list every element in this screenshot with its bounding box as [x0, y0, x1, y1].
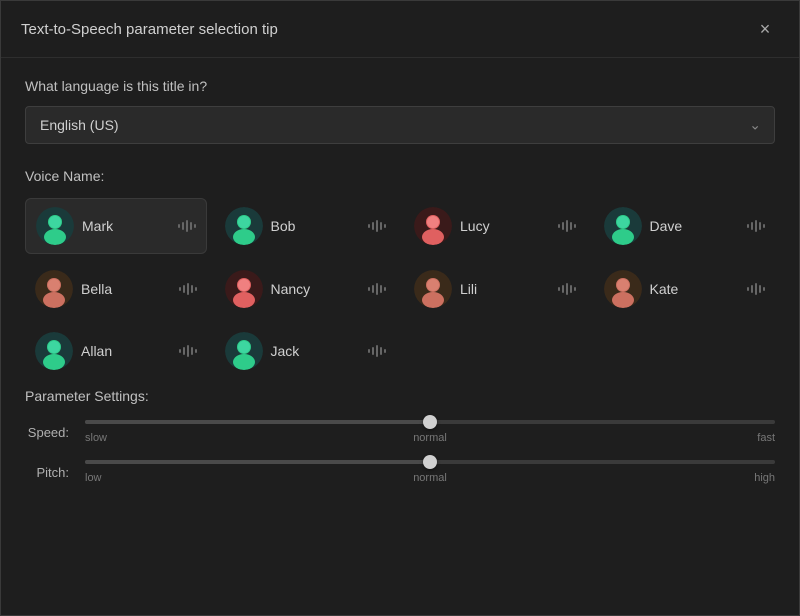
voice-name-label: Voice Name:: [25, 168, 775, 184]
avatar-lucy: [414, 207, 452, 245]
pitch-max-label: high: [754, 472, 775, 484]
pitch-mid-label: normal: [413, 472, 447, 484]
wave-icon-bella: [179, 282, 197, 296]
pitch-slider[interactable]: [85, 460, 775, 464]
wave-icon-nancy: [368, 282, 386, 296]
speed-labels: slow normal fast: [85, 432, 775, 444]
wave-icon-kate: [747, 282, 765, 296]
wave-icon-bob: [368, 219, 386, 233]
avatar-lili: [414, 270, 452, 308]
pitch-min-label: low: [85, 472, 102, 484]
speed-slider-container: slow normal fast: [85, 420, 775, 444]
dialog-title: Text-to-Speech parameter selection tip: [21, 21, 278, 38]
pitch-slider-container: low normal high: [85, 460, 775, 484]
speed-max-label: fast: [757, 432, 775, 444]
avatar-mark: [36, 207, 74, 245]
wave-icon-mark: [178, 219, 196, 233]
wave-icon-jack: [368, 344, 386, 358]
voice-name-allan: Allan: [81, 343, 171, 359]
voice-name-nancy: Nancy: [271, 281, 361, 297]
avatar-kate: [604, 270, 642, 308]
title-bar: Text-to-Speech parameter selection tip ×: [1, 1, 799, 58]
voice-name-kate: Kate: [650, 281, 740, 297]
avatar-nancy: [225, 270, 263, 308]
voice-item-bob[interactable]: Bob: [215, 198, 397, 254]
tts-dialog: Text-to-Speech parameter selection tip ×…: [0, 0, 800, 616]
voice-name-dave: Dave: [650, 218, 740, 234]
pitch-label: Pitch:: [25, 465, 69, 480]
voice-name-bella: Bella: [81, 281, 171, 297]
avatar-allan: [35, 332, 73, 370]
avatar-bob: [225, 207, 263, 245]
avatar-bella: [35, 270, 73, 308]
voice-name-bob: Bob: [271, 218, 361, 234]
wave-icon-lucy: [558, 219, 576, 233]
speed-mid-label: normal: [413, 432, 447, 444]
wave-icon-lili: [558, 282, 576, 296]
wave-icon-allan: [179, 344, 197, 358]
speed-label: Speed:: [25, 425, 69, 440]
voice-item-kate[interactable]: Kate: [594, 262, 776, 316]
voice-item-dave[interactable]: Dave: [594, 198, 776, 254]
speed-slider[interactable]: [85, 420, 775, 424]
voice-grid: Mark Bob: [25, 198, 775, 378]
voice-name-lucy: Lucy: [460, 218, 550, 234]
voice-name-jack: Jack: [271, 343, 361, 359]
wave-icon-dave: [747, 219, 765, 233]
voice-item-nancy[interactable]: Nancy: [215, 262, 397, 316]
voice-item-bella[interactable]: Bella: [25, 262, 207, 316]
voice-item-allan[interactable]: Allan: [25, 324, 207, 378]
voice-item-jack[interactable]: Jack: [215, 324, 397, 378]
avatar-jack: [225, 332, 263, 370]
voice-item-mark[interactable]: Mark: [25, 198, 207, 254]
voice-name-mark: Mark: [82, 218, 170, 234]
language-select-wrapper: English (US) English (UK) Spanish French…: [25, 106, 775, 144]
speed-min-label: slow: [85, 432, 107, 444]
language-select[interactable]: English (US) English (UK) Spanish French…: [25, 106, 775, 144]
language-question: What language is this title in?: [25, 78, 775, 94]
avatar-dave: [604, 207, 642, 245]
params-label: Parameter Settings:: [25, 388, 775, 404]
close-button[interactable]: ×: [751, 15, 779, 43]
speed-param-row: Speed: slow normal fast: [25, 420, 775, 444]
pitch-param-row: Pitch: low normal high: [25, 460, 775, 484]
voice-item-lili[interactable]: Lili: [404, 262, 586, 316]
pitch-labels: low normal high: [85, 472, 775, 484]
dialog-content: What language is this title in? English …: [1, 58, 799, 615]
voice-item-lucy[interactable]: Lucy: [404, 198, 586, 254]
voice-name-lili: Lili: [460, 281, 550, 297]
